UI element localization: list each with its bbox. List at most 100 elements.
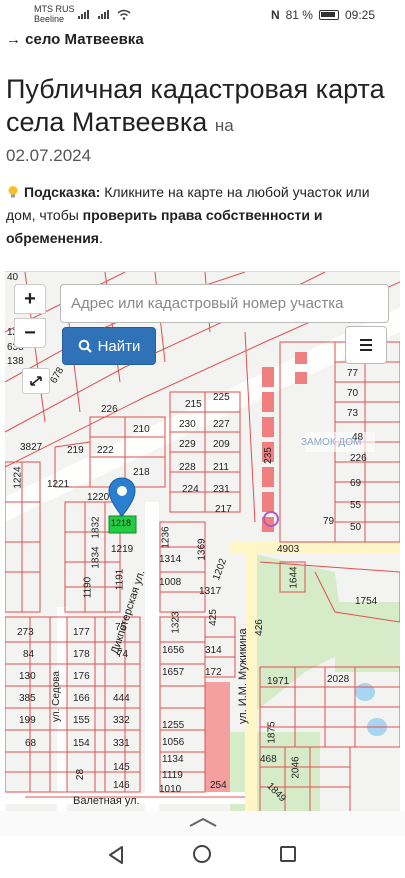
zoom-out-button[interactable]: − <box>14 318 46 348</box>
parcel-label[interactable]: 1834 <box>91 546 102 568</box>
parcel-label[interactable]: 145 <box>113 762 130 773</box>
parcel-label[interactable]: 468 <box>260 754 277 765</box>
street-label: ул. Седова <box>51 671 62 722</box>
parcel-label[interactable]: 273 <box>17 627 34 638</box>
parcel-label[interactable]: 70 <box>347 388 358 399</box>
parcel-label[interactable]: 425 <box>208 609 219 626</box>
parcel-label[interactable]: 146 <box>113 780 130 791</box>
parcel-label[interactable]: 1134 <box>162 754 184 765</box>
home-icon[interactable] <box>193 845 211 863</box>
zoom-in-button[interactable]: + <box>14 284 46 314</box>
find-button[interactable]: Найти <box>62 327 156 365</box>
parcel-label[interactable]: 79 <box>323 516 334 527</box>
parcel-label[interactable]: 50 <box>350 522 361 533</box>
parcel-label[interactable]: 331 <box>113 738 130 749</box>
parcel-label[interactable]: 231 <box>213 484 230 495</box>
parcel-label[interactable]: 211 <box>213 462 229 473</box>
chevron-up-icon[interactable] <box>188 816 218 828</box>
parcel-label[interactable]: 84 <box>23 649 34 660</box>
parcel-label[interactable]: 1221 <box>47 479 69 490</box>
title-date-prefix: на <box>214 116 234 135</box>
parcel-label[interactable]: 215 <box>185 399 202 410</box>
parcel-label[interactable]: 230 <box>179 419 196 430</box>
parcel-label[interactable]: 229 <box>179 439 196 450</box>
parcel-label[interactable]: 1220 <box>87 492 109 503</box>
recent-apps-icon[interactable] <box>280 846 296 862</box>
parcel-label[interactable]: 138 <box>7 356 24 367</box>
parcel-label[interactable]: 1190 <box>82 577 93 599</box>
parcel-label[interactable]: 1323 <box>171 611 182 633</box>
parcel-label[interactable]: 254 <box>210 780 227 791</box>
parcel-label[interactable]: 210 <box>133 424 150 435</box>
parcel-label[interactable]: 222 <box>97 445 114 456</box>
parcel-label[interactable]: 3827 <box>20 442 42 453</box>
parcel-label[interactable]: 385 <box>19 693 36 704</box>
parcel-label[interactable]: 1657 <box>162 667 184 678</box>
parcel-label[interactable]: 40 <box>7 272 18 283</box>
parcel-label[interactable]: 426 <box>254 619 265 636</box>
parcel-label[interactable]: 1832 <box>91 516 102 538</box>
parcel-label-selected[interactable]: 1218 <box>111 518 131 528</box>
parcel-label[interactable]: 1644 <box>289 566 300 588</box>
parcel-label[interactable]: 1971 <box>267 676 289 687</box>
parcel-label[interactable]: 28 <box>75 769 86 780</box>
parcel-label[interactable]: 226 <box>101 404 118 415</box>
parcel-label[interactable]: 1754 <box>355 596 377 607</box>
parcel-label[interactable]: 176 <box>73 671 90 682</box>
parcel-label[interactable]: 1219 <box>111 544 133 555</box>
parcel-label[interactable]: 224 <box>182 484 199 495</box>
parcel-label[interactable]: 2028 <box>327 674 349 685</box>
parcel-label[interactable]: 1224 <box>13 466 24 488</box>
parcel-label[interactable]: 444 <box>113 693 130 704</box>
breadcrumb[interactable]: → село Матвеевка <box>6 31 144 48</box>
parcel-label[interactable]: 1236 <box>161 526 172 548</box>
address-search-input[interactable] <box>60 284 389 323</box>
parcel-label[interactable]: 226 <box>350 453 367 464</box>
parcel-label[interactable]: 217 <box>215 504 232 515</box>
parcel-label[interactable]: 1314 <box>159 554 181 565</box>
parcel-label[interactable]: 1255 <box>162 720 184 731</box>
lightbulb-icon <box>8 186 18 198</box>
parcel-label[interactable]: 1008 <box>159 577 181 588</box>
parcel-label[interactable]: 166 <box>73 693 90 704</box>
parcel-label[interactable]: 55 <box>350 500 361 511</box>
parcel-label[interactable]: 227 <box>213 419 230 430</box>
parcel-label[interactable]: 177 <box>73 627 90 638</box>
parcel-label[interactable]: 209 <box>213 439 230 450</box>
parcel-label[interactable]: 77 <box>347 368 358 379</box>
fullscreen-button[interactable] <box>22 368 50 394</box>
parcel-label[interactable]: 228 <box>179 462 196 473</box>
parcel-label[interactable]: 155 <box>73 715 90 726</box>
hint-label: Подсказка: <box>24 184 101 200</box>
battery-percent: 81 % <box>285 8 313 22</box>
parcel-label[interactable]: 73 <box>347 408 358 419</box>
parcel-label[interactable]: 219 <box>67 445 84 456</box>
parcel-label[interactable]: 1010 <box>159 784 181 795</box>
parcel-label[interactable]: 225 <box>213 392 230 403</box>
parcel-label[interactable]: 172 <box>205 667 222 678</box>
parcel-label[interactable]: 1191 <box>114 569 125 591</box>
parcel-label[interactable]: 1317 <box>199 586 221 597</box>
parcel-label[interactable]: 1369 <box>197 538 208 560</box>
parcel-label[interactable]: 2046 <box>291 756 302 778</box>
back-icon[interactable] <box>107 845 125 865</box>
map-menu-button[interactable] <box>345 326 387 364</box>
parcel-label[interactable]: 1656 <box>162 645 184 656</box>
signal-icon <box>78 10 89 19</box>
parcel-label[interactable]: 1119 <box>162 770 183 781</box>
title-date: 02.07.2024 <box>6 146 92 165</box>
parcel-label[interactable]: 178 <box>73 649 90 660</box>
parcel-label[interactable]: 235 <box>263 447 274 464</box>
parcel-label[interactable]: 1056 <box>162 737 184 748</box>
parcel-label[interactable]: 4903 <box>277 544 299 555</box>
parcel-label[interactable]: 199 <box>19 715 36 726</box>
parcel-label[interactable]: 332 <box>113 715 130 726</box>
parcel-label[interactable]: 69 <box>350 478 361 489</box>
parcel-label[interactable]: 1875 <box>267 721 278 743</box>
parcel-label[interactable]: 314 <box>205 645 222 656</box>
street-label: ул. И.М. Мужикина <box>237 628 249 724</box>
parcel-label[interactable]: 130 <box>19 671 36 682</box>
signal-2-icon <box>98 10 109 19</box>
parcel-label[interactable]: 68 <box>25 738 36 749</box>
parcel-label[interactable]: 154 <box>73 738 90 749</box>
